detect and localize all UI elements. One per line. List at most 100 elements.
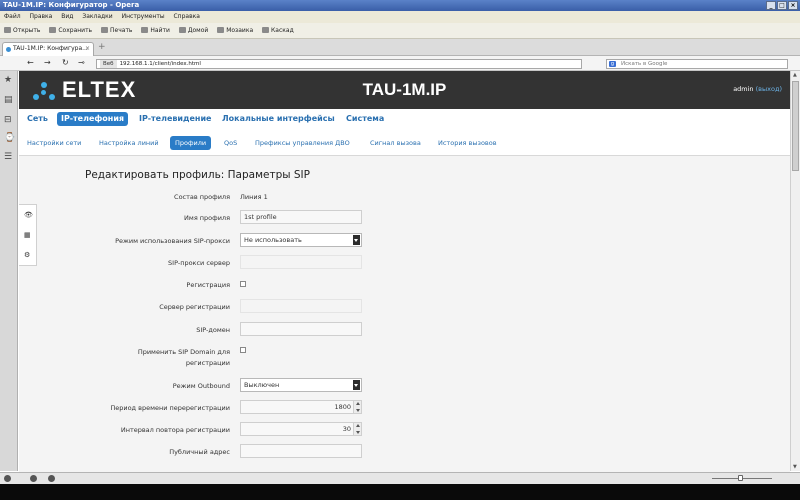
username: admin: [733, 85, 754, 93]
save-button[interactable]: Сохранить: [49, 27, 92, 34]
sip-proxy-mode-value: Не использовать: [244, 236, 302, 244]
panel-toggle-icon[interactable]: [48, 475, 55, 482]
label-sip-proxy-server: SIP-прокси сервер: [168, 259, 230, 267]
subnav-line-settings[interactable]: Настройка линий: [99, 136, 159, 150]
maximize-button[interactable]: □: [777, 1, 787, 10]
spinner-icon[interactable]: [353, 401, 361, 413]
print-button[interactable]: Печать: [101, 27, 132, 34]
menu-help[interactable]: Справка: [173, 13, 199, 20]
address-bar[interactable]: Веб 192.168.1.1/client/index.html: [96, 59, 582, 69]
panels-icon[interactable]: ☰: [4, 152, 12, 162]
nav-local-interfaces[interactable]: Локальные интерфейсы: [222, 112, 335, 126]
printer-icon: [101, 27, 109, 33]
os-taskbar: [0, 484, 800, 500]
reload-icon[interactable]: ↻: [62, 58, 69, 68]
cascade-button[interactable]: Каскад: [262, 27, 294, 34]
label-sip-domain: SIP-домен: [196, 326, 230, 334]
label-registration-retry-interval: Интервал повтора регистрации: [120, 426, 230, 434]
subnav-qos[interactable]: QoS: [224, 136, 237, 150]
back-icon[interactable]: ←: [27, 58, 34, 68]
menu-file[interactable]: Файл: [4, 13, 21, 20]
window-title-bar: TAU-1M.IP: Конфигуратор - Opera _ □ ×: [0, 0, 800, 11]
tab-bar: TAU-1M.IP: Конфигура... ×: [0, 39, 800, 56]
open-button[interactable]: Открыть: [4, 27, 40, 34]
main-nav: Сеть IP-телефония IP-телевидение Локальн…: [19, 109, 790, 129]
nav-network[interactable]: Сеть: [27, 112, 48, 126]
downloads-icon[interactable]: ⊟: [4, 115, 12, 125]
home-button[interactable]: Домой: [178, 27, 208, 34]
side-panel: ★ ▤ ⊟ ⌚ ☰: [0, 71, 18, 471]
search-icon: [141, 27, 149, 33]
sip-proxy-mode-select[interactable]: Не использовать: [240, 233, 362, 247]
close-window-button[interactable]: ×: [788, 1, 798, 10]
logout-link[interactable]: (выход): [756, 85, 782, 93]
tab-label: TAU-1M.IP: Конфигура...: [13, 45, 88, 52]
label-public-address: Публичный адрес: [169, 448, 230, 456]
unite-icon[interactable]: [4, 475, 11, 482]
eltex-logo: ELTEX: [33, 74, 136, 106]
registration-server-input[interactable]: [240, 299, 362, 313]
subnav-network-settings[interactable]: Настройки сети: [27, 136, 81, 150]
web-label: Веб: [100, 60, 117, 68]
key-icon[interactable]: ⊸: [78, 58, 85, 68]
registration-retry-interval-stepper[interactable]: 30: [240, 422, 362, 436]
settings-icon[interactable]: ⚙: [24, 251, 30, 259]
forward-icon[interactable]: →: [44, 58, 51, 68]
label-registration: Регистрация: [186, 281, 230, 289]
sip-proxy-server-input[interactable]: [240, 255, 362, 269]
menu-view[interactable]: Вид: [61, 13, 73, 20]
scroll-down-icon[interactable]: ▼: [793, 464, 797, 470]
subnav-profiles[interactable]: Профили: [170, 136, 212, 150]
bookmarks-icon[interactable]: ★: [4, 75, 12, 85]
scroll-up-icon[interactable]: ▲: [793, 72, 797, 78]
folder-icon: [4, 27, 11, 33]
spinner-icon[interactable]: [353, 423, 361, 435]
minimize-button[interactable]: _: [766, 1, 776, 10]
nav-ip-tv[interactable]: IP-телевидение: [139, 112, 211, 126]
registration-checkbox[interactable]: [240, 281, 246, 287]
new-tab-button[interactable]: +: [98, 43, 106, 52]
label-reregistration-period: Период времени перерегистрации: [110, 404, 230, 412]
subnav-call-signal[interactable]: Сигнал вызова: [370, 136, 421, 150]
search-placeholder: Искать в Google: [621, 61, 668, 67]
outbound-mode-select[interactable]: Выключен: [240, 378, 362, 392]
cascade-icon: [262, 27, 270, 33]
menu-edit[interactable]: Правка: [30, 13, 53, 20]
subnav-call-history[interactable]: История вызовов: [438, 136, 497, 150]
close-tab-icon[interactable]: ×: [85, 43, 90, 55]
subnav-vas-prefixes[interactable]: Префиксы управления ДВО: [255, 136, 350, 150]
status-bar: [0, 472, 800, 484]
public-address-input[interactable]: [240, 444, 362, 458]
sip-domain-input[interactable]: [240, 322, 362, 336]
menu-tools[interactable]: Инструменты: [122, 13, 165, 20]
search-input[interactable]: g Искать в Google: [606, 59, 788, 69]
sub-nav: Настройки сети Настройка линий Профили Q…: [19, 129, 790, 156]
app-header: TAU-1M.IP ELTEX admin (выход): [19, 71, 790, 109]
tile-icon: [217, 27, 225, 33]
turbo-icon[interactable]: [30, 475, 37, 482]
reregistration-period-stepper[interactable]: 1800: [240, 400, 362, 414]
notes-icon[interactable]: ▤: [4, 95, 13, 105]
label-outbound-mode: Режим Outbound: [172, 382, 230, 390]
apply-sip-domain-checkbox[interactable]: [240, 347, 246, 353]
user-info: admin (выход): [733, 85, 782, 93]
window-title: TAU-1M.IP: Конфигуратор - Opera: [3, 1, 140, 9]
label-apply-sip-domain-line2: регистрации: [185, 359, 230, 367]
nav-system[interactable]: Система: [346, 112, 384, 126]
menu-bookmarks[interactable]: Закладки: [82, 13, 112, 20]
logo-text: ELTEX: [62, 77, 137, 102]
page-scrollbar[interactable]: ▲ ▼: [790, 71, 800, 471]
profile-name-input[interactable]: 1st profile: [240, 210, 362, 224]
nav-ip-telephony[interactable]: IP-телефония: [57, 112, 129, 126]
reregistration-period-value: 1800: [334, 403, 351, 411]
browser-tab[interactable]: TAU-1M.IP: Конфигура... ×: [2, 42, 94, 56]
zoom-slider-handle[interactable]: [738, 475, 743, 481]
tile-button[interactable]: Мозаика: [217, 27, 253, 34]
menu-bar: Файл Правка Вид Закладки Инструменты Спр…: [0, 11, 800, 23]
scrollbar-thumb[interactable]: [792, 81, 799, 171]
label-profile-lines: Состав профиля: [174, 193, 230, 201]
url-text: 192.168.1.1/client/index.html: [119, 61, 201, 67]
find-button[interactable]: Найти: [141, 27, 170, 34]
history-icon[interactable]: ⌚: [4, 133, 15, 143]
chevron-down-icon: [353, 380, 360, 390]
